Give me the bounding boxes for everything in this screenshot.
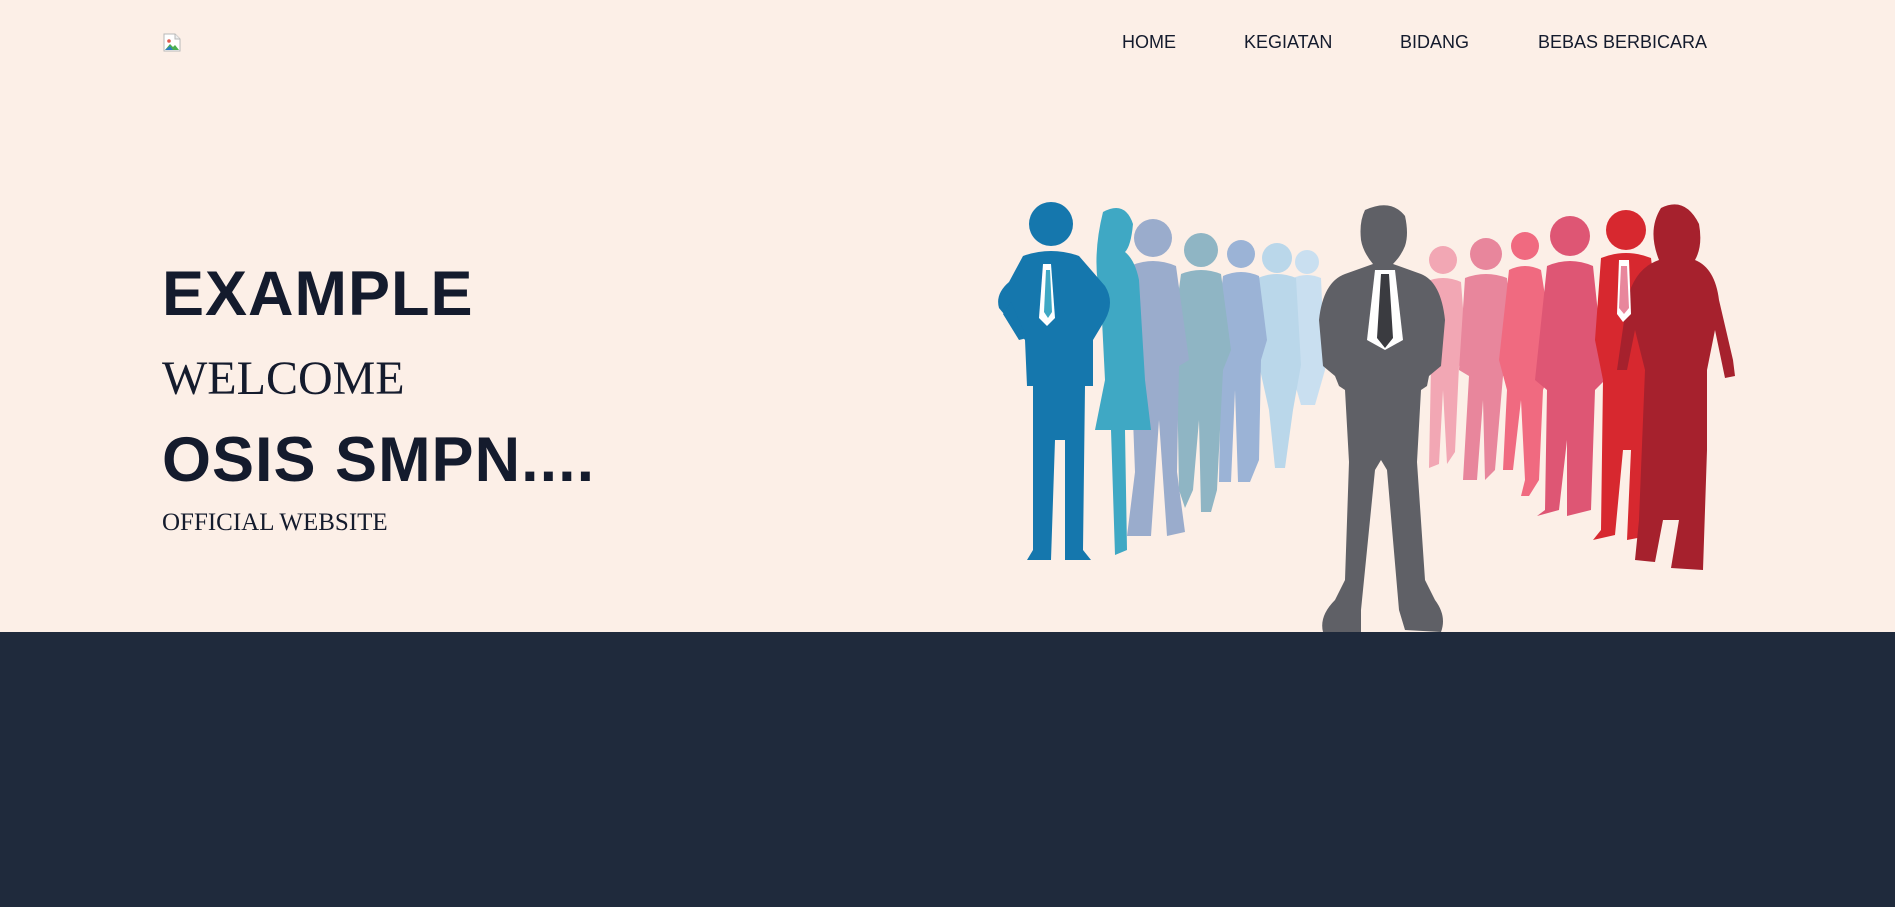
nav-bebas-berbicara-link[interactable]: BEBAS BERBICARA (1538, 31, 1707, 53)
nav-bidang-link[interactable]: BIDANG (1400, 31, 1469, 53)
silhouette-back-row (1171, 233, 1325, 512)
nav-home-link[interactable]: HOME (1122, 31, 1176, 53)
business-people-silhouettes-icon (955, 190, 1755, 632)
hero-official-website-text: OFFICIAL WEBSITE (162, 509, 388, 536)
hero-welcome-text: WELCOME (162, 352, 405, 405)
silhouette-left-group (998, 202, 1189, 560)
hero-section: HOME KEGIATAN BIDANG BEBAS BERBICARA EXA… (0, 0, 1895, 632)
silhouette-center-man (1319, 205, 1445, 632)
logo-broken-image-icon[interactable] (162, 33, 182, 53)
hero-title-osis: OSIS SMPN.... (162, 425, 596, 495)
silhouette-right-group (1421, 204, 1735, 570)
nav-kegiatan-link[interactable]: KEGIATAN (1244, 31, 1332, 53)
hero-title-example: EXAMPLE (162, 259, 474, 329)
footer-band (0, 632, 1895, 907)
